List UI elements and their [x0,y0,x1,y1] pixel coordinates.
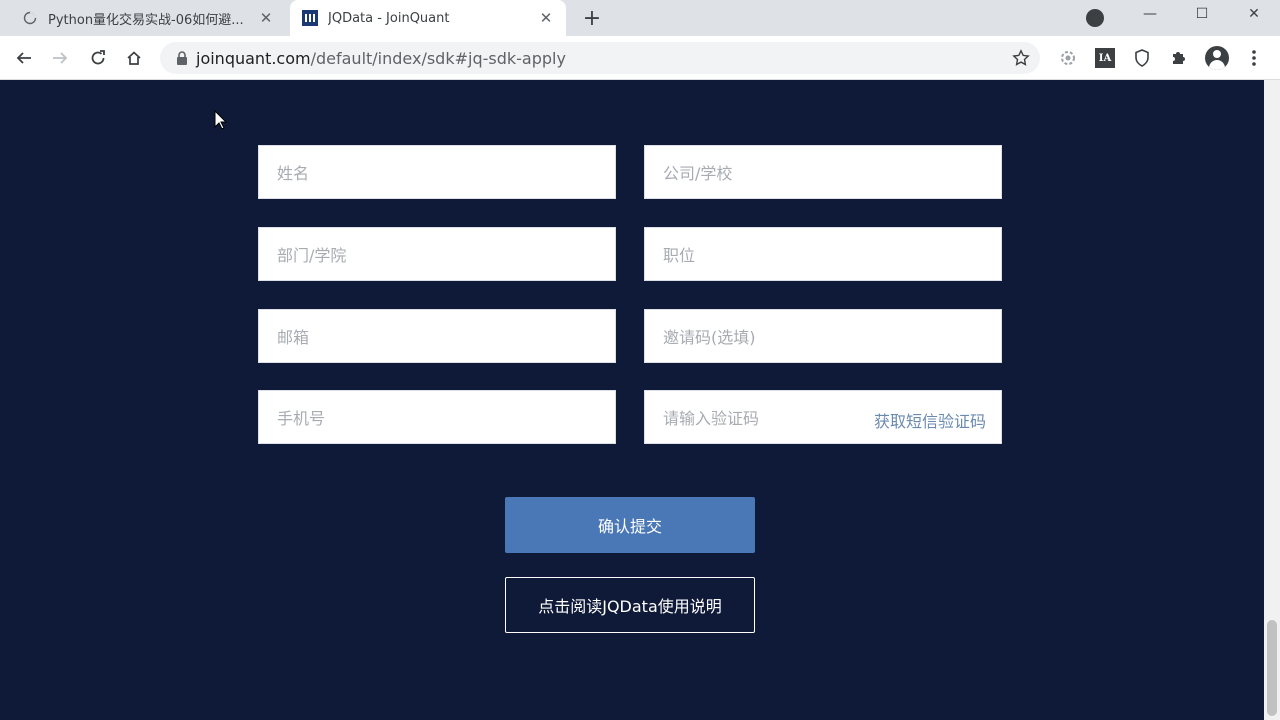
get-sms-code-link[interactable]: 获取短信验证码 [874,408,986,432]
ia-extension-icon[interactable]: IA [1093,46,1117,70]
minimize-icon[interactable]: — [1124,0,1176,28]
new-tab-icon[interactable]: + [580,6,604,31]
tab-python-tutorial[interactable]: Python量化交易实战-06如何避... ✕ [10,0,286,36]
url-text: joinquant.com/default/index/sdk#jq-sdk-a… [196,49,566,68]
url-host: joinquant.com [196,48,311,68]
page-scrollbar[interactable] [1264,80,1280,720]
mouse-cursor-icon [214,110,228,130]
address-bar[interactable]: joinquant.com/default/index/sdk#jq-sdk-a… [160,42,1040,74]
tab-search-icon[interactable] [1086,9,1104,27]
read-instructions-button[interactable]: 点击阅读JQData使用说明 [505,577,755,633]
window-controls: — ☐ ✕ [1124,0,1280,36]
reload-icon[interactable] [84,44,112,72]
tab-strip: Python量化交易实战-06如何避... ✕ JQData - JoinQua… [0,0,1280,36]
loading-spinner-icon [22,10,38,26]
profile-avatar[interactable] [1205,46,1229,70]
browser-toolbar: joinquant.com/default/index/sdk#jq-sdk-a… [0,36,1280,80]
joinquant-logo-icon [302,10,318,26]
tab-jqdata[interactable]: JQData - JoinQuant ✕ [290,0,566,36]
email-input[interactable]: 邮箱 [258,309,616,363]
puzzle-extensions-icon[interactable] [1167,46,1191,70]
submit-button[interactable]: 确认提交 [505,497,755,553]
close-icon[interactable]: ✕ [536,8,556,28]
position-input[interactable]: 职位 [644,227,1002,281]
department-input[interactable]: 部门/学院 [258,227,616,281]
tab-title: JQData - JoinQuant [328,10,450,26]
phone-input[interactable]: 手机号 [258,390,616,444]
menu-dots-icon[interactable] [1242,46,1266,70]
forward-icon[interactable] [46,44,74,72]
back-icon[interactable] [10,44,38,72]
name-input[interactable]: 姓名 [258,145,616,199]
scrollbar-thumb[interactable] [1267,620,1277,716]
shield-extension-icon[interactable] [1130,46,1154,70]
home-icon[interactable] [120,44,148,72]
close-icon[interactable]: ✕ [256,8,276,28]
lock-icon [177,51,187,65]
extension-gear-icon[interactable] [1056,46,1080,70]
url-path: /default/index/sdk#jq-sdk-apply [310,48,566,68]
invite-code-input[interactable]: 邀请码(选填) [644,309,1002,363]
tab-title: Python量化交易实战-06如何避... [48,12,244,28]
verification-code-input[interactable]: 请输入验证码 获取短信验证码 [644,390,1002,444]
company-input[interactable]: 公司/学校 [644,145,1002,199]
bookmark-star-icon[interactable] [1012,49,1030,67]
window-close-icon[interactable]: ✕ [1228,0,1280,28]
maximize-icon[interactable]: ☐ [1176,0,1228,28]
